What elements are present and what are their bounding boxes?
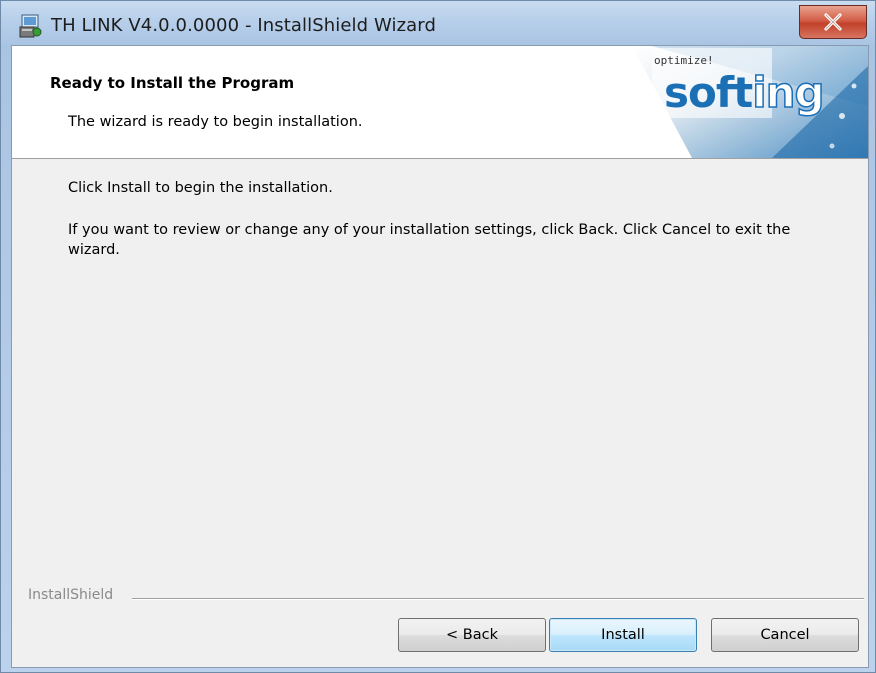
install-button[interactable]: Install [549,618,697,652]
close-button[interactable] [799,5,867,39]
wizard-header: Ready to Install the Program The wizard … [12,46,868,159]
window-title: TH LINK V4.0.0.0000 - InstallShield Wiza… [51,15,436,36]
logo-part-b: ing [751,67,825,118]
title-bar[interactable]: TH LINK V4.0.0.0000 - InstallShield Wiza… [1,1,875,45]
close-icon [824,13,842,31]
logo-part-a: soft [664,68,753,117]
installer-icon [19,13,43,39]
cancel-button[interactable]: Cancel [711,618,859,652]
banner-tagline: optimize! [654,54,714,67]
back-button[interactable]: < Back [398,618,546,652]
footer-divider [132,598,864,600]
softing-logo: softing [664,67,825,118]
installshield-brand: InstallShield [28,587,114,603]
page-subtitle: The wizard is ready to begin installatio… [68,114,363,130]
page-title: Ready to Install the Program [50,74,295,92]
instruction-text: Click Install to begin the installation. [68,180,333,196]
wizard-client-area: Ready to Install the Program The wizard … [11,45,869,668]
installer-window: TH LINK V4.0.0.0000 - InstallShield Wiza… [0,0,876,673]
review-text: If you want to review or change any of y… [68,222,791,258]
